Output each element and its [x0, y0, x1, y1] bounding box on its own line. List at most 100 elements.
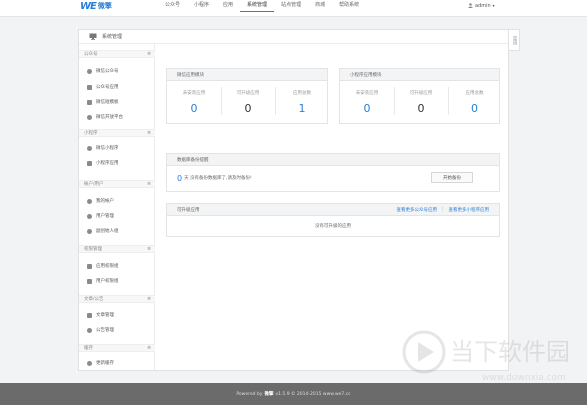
group-title: 缓存 [84, 346, 93, 351]
sidebar-group-users[interactable]: 帐户/用户 ✲ [79, 180, 155, 188]
stat-value: 0 [417, 101, 425, 115]
sidebar-item-open-platform[interactable]: 微信开放平台 [87, 112, 123, 122]
gear-icon[interactable]: ✲ [147, 182, 151, 187]
panel-links: 查看更多公众号应用 | 查看更多小程序应用 [396, 207, 489, 213]
sidebar-item-label: 微信开放平台 [96, 115, 123, 120]
sidebar: 公众号 ✲ 微信公众号 公众号应用 微信短模板 微信开放平台 小程序 ✲ 微信小程序… [79, 44, 155, 370]
gear-icon[interactable]: ✲ [147, 247, 151, 252]
user-icon [87, 198, 92, 204]
panel-title: 微信应用模块 [167, 69, 327, 81]
miniprogram-icon [87, 145, 92, 151]
sidebar-item-wechat-miniprogram[interactable]: 微信小程序 [87, 143, 119, 153]
more-wechat-apps-link[interactable]: 查看更多公众号应用 [396, 207, 437, 213]
page-title: 系统管理 [102, 34, 123, 40]
backup-days-count: 0 [177, 173, 183, 183]
watermark-name: 当下软件园 [450, 338, 570, 366]
sidebar-item-label: 微信短模板 [96, 100, 119, 105]
gear-icon[interactable]: ✲ [147, 131, 151, 136]
sidebar-item-label: 文章管理 [96, 313, 114, 318]
sidebar-group-miniprogram[interactable]: 小程序 ✲ [79, 129, 155, 137]
upgradable-apps-panel: 可升级应用 查看更多公众号应用 | 查看更多小程序应用 没有可升级的应用 [166, 203, 500, 237]
refresh-icon [87, 360, 92, 366]
grid-icon [87, 84, 92, 90]
footer-brand[interactable]: 微擎 [264, 391, 273, 397]
stat-value: 0 [363, 101, 371, 115]
sidebar-item-label: 公告管理 [96, 328, 114, 333]
nav-item-system[interactable]: 系统管理 [240, 0, 275, 12]
more-miniprogram-apps-link[interactable]: 查看更多小程序应用 [449, 207, 490, 213]
sidebar-item-user-management[interactable]: 用户管理 [87, 211, 114, 221]
sidebar-item-label: 应用权限组 [96, 264, 119, 269]
users-icon [87, 213, 92, 219]
sidebar-item-label: 小程序应用 [96, 161, 119, 166]
panel-header: 可升级应用 查看更多公众号应用 | 查看更多小程序应用 [167, 204, 499, 216]
stat-value: 1 [298, 101, 306, 115]
user-name: admin [475, 2, 491, 9]
nav-item-help[interactable]: 帮助系统 [332, 0, 366, 12]
gear-icon[interactable]: ✲ [147, 297, 151, 302]
group-title: 文章/公告 [84, 297, 104, 302]
stat-uninstalled[interactable]: 未安装应用 0 [340, 81, 394, 123]
grid-icon [87, 160, 92, 166]
miniprogram-apps-panel: 小程序应用模块 未安装应用 0 可升级应用 0 应用总数 0 [339, 68, 500, 124]
backup-text: 天 没有备份数据库了,请及时备份! [184, 176, 252, 181]
stat-label: 可升级应用 [409, 90, 433, 96]
stat-total[interactable]: 应用总数 0 [448, 81, 501, 123]
group-title: 帐户/用户 [84, 182, 104, 187]
sidebar-group-articles[interactable]: 文章/公告 ✲ [79, 295, 155, 303]
stat-total[interactable]: 应用总数 1 [275, 81, 329, 123]
sidebar-item-label: 我的帐户 [96, 199, 114, 204]
monitor-icon [89, 33, 97, 40]
nav-item-store[interactable]: 商城 [308, 0, 332, 12]
shield-icon [87, 263, 92, 269]
nav-item-miniprogram[interactable]: 小程序 [187, 0, 216, 12]
sidebar-item-update-cache[interactable]: 更新缓存 [87, 358, 114, 368]
footer: Powered by 微擎 v1.5.9 © 2014-2015 www.we7… [0, 383, 587, 405]
brand-logo[interactable]: WE 微擎 [80, 0, 112, 12]
sidebar-item-label: 更新缓存 [96, 361, 114, 366]
gear-icon[interactable]: ✲ [147, 346, 151, 351]
group-title: 小程序 [84, 131, 98, 136]
sidebar-item-wechat-account[interactable]: 微信公众号 [87, 66, 119, 76]
sidebar-group-permissions[interactable]: 权限管理 ✲ [79, 245, 155, 253]
stat-value: 0 [244, 101, 252, 115]
panel-title: 小程序应用模块 [340, 69, 499, 81]
stat-uninstalled[interactable]: 未安装应用 0 [167, 81, 221, 123]
backup-message: 0 天 没有备份数据库了,请及时备份! [177, 168, 252, 188]
sidebar-item-label: 微信公众号 [96, 69, 119, 74]
sidebar-item-wechat-template[interactable]: 微信短模板 [87, 97, 119, 107]
panel-title: 可升级应用 [177, 207, 200, 213]
gear-icon[interactable]: ✲ [147, 52, 151, 57]
nav-item-official-account[interactable]: 公众号 [158, 0, 187, 12]
sidebar-item-label: 公众号应用 [96, 85, 119, 90]
sidebar-item-miniprogram-apps[interactable]: 小程序应用 [87, 158, 119, 168]
sidebar-group-official-account[interactable]: 公众号 ✲ [79, 50, 155, 58]
sidebar-group-cache[interactable]: 缓存 ✲ [79, 344, 155, 352]
quick-access-tab[interactable]: 常用 [509, 29, 520, 51]
user-group-icon [87, 228, 92, 234]
user-menu[interactable]: admin ▾ [468, 0, 495, 11]
main-nav: 公众号 小程序 应用 系统管理 站点管理 商城 帮助系统 [158, 0, 366, 12]
stat-upgradable[interactable]: 可升级应用 0 [394, 81, 448, 123]
stat-label: 未安装应用 [355, 90, 379, 96]
link-divider: | [441, 206, 444, 212]
sidebar-item-vice-founder[interactable]: 副创始人组 [87, 226, 119, 236]
wechat-apps-panel: 微信应用模块 未安装应用 0 可升级应用 0 应用总数 1 [166, 68, 328, 124]
sidebar-item-notice-management[interactable]: 公告管理 [87, 325, 114, 335]
footer-prefix: Powered by [236, 391, 263, 397]
stat-label: 应用总数 [465, 90, 484, 96]
sidebar-item-label: 用户权限组 [96, 279, 119, 284]
chat-icon [87, 68, 92, 74]
stat-label: 应用总数 [293, 90, 311, 96]
sidebar-item-user-permission-group[interactable]: 用户权限组 [87, 276, 119, 286]
stat-upgradable[interactable]: 可升级应用 0 [221, 81, 275, 123]
sidebar-item-article-management[interactable]: 文章管理 [87, 310, 114, 320]
sidebar-item-account-apps[interactable]: 公众号应用 [87, 82, 119, 92]
stat-label: 未安装应用 [182, 90, 206, 96]
nav-item-site[interactable]: 站点管理 [274, 0, 308, 12]
sidebar-item-app-permission-group[interactable]: 应用权限组 [87, 261, 119, 271]
sidebar-item-my-account[interactable]: 我的帐户 [87, 196, 114, 206]
nav-item-apps[interactable]: 应用 [216, 0, 240, 12]
stat-value: 0 [190, 101, 198, 115]
start-backup-button[interactable]: 开始备份 [431, 172, 473, 183]
